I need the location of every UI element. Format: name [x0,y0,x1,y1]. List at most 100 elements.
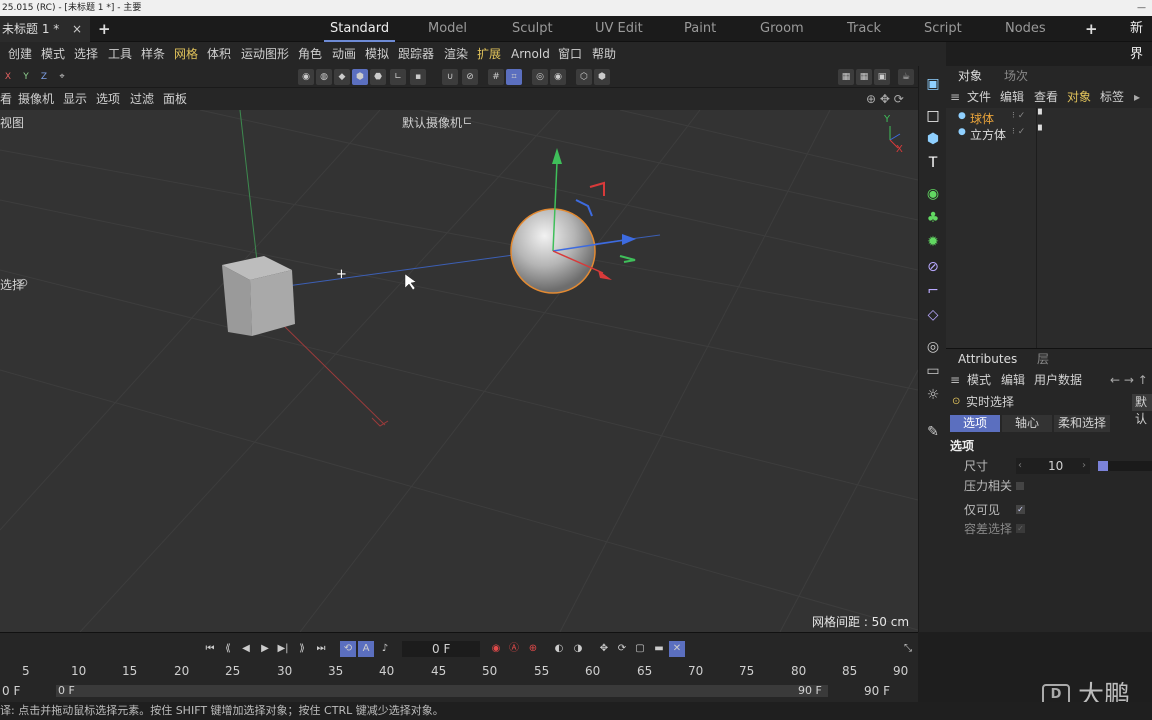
go-to-end-icon[interactable]: ⏭ [313,641,329,657]
sound-icon[interactable]: ♪ [377,641,393,657]
viewport-menu-filter[interactable]: 过滤 [130,88,154,110]
menu-tools[interactable]: 工具 [108,42,132,66]
close-tab-icon[interactable]: × [72,16,82,42]
menu-volume[interactable]: 体积 [207,42,231,66]
menu-mograph[interactable]: 运动图形 [241,42,289,66]
visibility-icon[interactable]: ⁝ ✓ [1012,127,1025,137]
symmetry-icon[interactable]: ⬡ [576,69,592,85]
axis-z-button[interactable]: Z [36,69,52,85]
layout-tab-groom[interactable]: Groom [760,16,804,42]
menu-mesh[interactable]: 网格 [174,42,198,66]
key-scale-icon[interactable]: ▢ [632,641,648,657]
workplane-icon[interactable]: ◎ [532,69,548,85]
increment-icon[interactable]: › [1082,458,1086,474]
key-param-icon[interactable]: ▬ [651,641,667,657]
render-picture-viewer-icon[interactable]: ▦ [856,69,872,85]
render-settings-icon[interactable]: ⬢ [594,69,610,85]
gizmo-yz-plane[interactable] [589,181,605,196]
light-icon[interactable]: ☼ [924,386,942,404]
teapot-icon[interactable]: ☕ [898,69,914,85]
objects-menu-object[interactable]: 对象 [1067,87,1091,107]
subtab-axis[interactable]: 轴心 [1002,415,1052,432]
polygon-mode-icon[interactable]: ⬢ [352,69,368,85]
object-mode-icon[interactable]: ◆ [334,69,350,85]
layout-tab-script[interactable]: Script [924,16,962,42]
text-tool-icon[interactable]: T [924,154,942,172]
layout-tab-sculpt[interactable]: Sculpt [512,16,553,42]
key-pla-icon[interactable]: ✕ [669,641,685,657]
new-layout-label[interactable]: 新界 [1124,16,1152,68]
cube-name[interactable]: 立方体 [970,126,1006,143]
objects-menu-edit[interactable]: 编辑 [1000,87,1024,107]
end-frame[interactable]: 90 F [864,684,890,698]
minimize-button[interactable]: — [1137,0,1146,16]
objects-menu-tags[interactable]: 标签 [1100,87,1124,107]
size-value[interactable]: 10 [1048,458,1063,474]
bend-icon[interactable]: ⌐ [924,282,942,300]
menu-window[interactable]: 窗口 [558,42,582,66]
subtab-soft-selection[interactable]: 柔和选择 [1054,415,1110,432]
gizmo-xy-plane[interactable] [575,199,593,217]
cube-tool-icon[interactable]: ▣ [924,75,942,93]
current-frame-field[interactable]: 0 F [402,641,480,657]
tag-icon[interactable]: ▘ [1038,126,1046,137]
attr-menu-userdata[interactable]: 用户数据 [1034,370,1082,390]
viewport-scene[interactable]: + [0,110,918,632]
viewport[interactable]: + 视图 默认摄像机 ⊏ 选择 ⊙ Y X 网格间距 : 50 cm [0,110,918,632]
list-item-cube[interactable]: ● 立方体 ⁝ ✓ ▘ [946,126,1152,142]
objects-menu-file[interactable]: 文件 [967,87,991,107]
add-tab-icon[interactable]: + [98,16,111,42]
move-tool-icon[interactable]: ◉ [298,69,314,85]
menu-character[interactable]: 角色 [298,42,322,66]
camera-object-icon[interactable]: ▭ [924,362,942,380]
coordinate-system-icon[interactable]: ⌖ [54,69,70,85]
size-slider[interactable] [1098,461,1152,471]
size-field[interactable]: ‹ 10 › [1016,458,1090,474]
lock-axis-icon[interactable]: ⊘ [462,69,478,85]
autokey-icon[interactable]: Ⓐ [506,641,522,657]
subtab-options[interactable]: 选项 [950,415,1000,432]
gizmo-x-handle[interactable] [598,270,612,280]
range-bar[interactable]: 0 F 0 F 90 F 90 F [0,683,918,699]
generator-icon[interactable]: ◉ [924,185,942,203]
menu-help[interactable]: 帮助 [592,42,616,66]
menu-mode[interactable]: 模式 [41,42,65,66]
gizmo-z-handle[interactable] [622,234,636,245]
key-rotate-icon[interactable]: ⟳ [614,641,630,657]
tab-attributes[interactable]: Attributes [958,349,1017,369]
field-icon[interactable]: ⊘ [924,258,942,276]
attr-menu-edit[interactable]: 编辑 [1001,370,1025,390]
next-key-icon[interactable]: ⟫ [294,641,310,657]
menu-animate[interactable]: 动画 [332,42,356,66]
size-slider-fill[interactable] [1098,461,1108,471]
loop-icon[interactable]: ⟲ [340,641,356,657]
menu-simulate[interactable]: 模拟 [365,42,389,66]
decrement-icon[interactable]: ‹ [1018,458,1022,474]
document-tab[interactable]: 未标题 1 * × [0,16,90,42]
uv-mode-icon[interactable]: ∟ [390,69,406,85]
start-frame[interactable]: 0 F [2,684,20,698]
pen-icon[interactable]: ✎ [924,423,942,441]
deformer-icon[interactable]: ✹ [924,233,942,251]
tab-layers[interactable]: 层 [1037,349,1049,369]
layout-tab-uvedit[interactable]: UV Edit [595,16,643,42]
snap-icon[interactable]: # [488,69,504,85]
hamburger-icon[interactable]: ≡ [950,370,960,390]
visible-only-checkbox[interactable]: ✓ [1016,505,1025,514]
key-move-icon[interactable]: ✥ [596,641,612,657]
tab-objects[interactable]: 对象 [958,66,982,86]
attr-menu-mode[interactable]: 模式 [967,370,991,390]
keyframe-selection-icon[interactable]: ⊕ [525,641,541,657]
model-mode-icon[interactable]: ◍ [316,69,332,85]
pressure-checkbox[interactable] [1016,482,1024,490]
tag-icon[interactable]: ▘ [1038,110,1046,121]
hamburger-icon[interactable]: ≡ [950,87,960,107]
next-frame-icon[interactable]: ▶| [275,641,291,657]
go-to-start-icon[interactable]: ⏮ [202,641,218,657]
axis-y-button[interactable]: Y [18,69,34,85]
camera-icon[interactable]: ⊏ [463,114,472,127]
objects-menu-view[interactable]: 查看 [1034,87,1058,107]
menu-create[interactable]: 创建 [8,42,32,66]
visibility-icon[interactable]: ⁝ ✓ [1012,111,1025,121]
viewport-menu-display[interactable]: 显示 [63,88,87,110]
